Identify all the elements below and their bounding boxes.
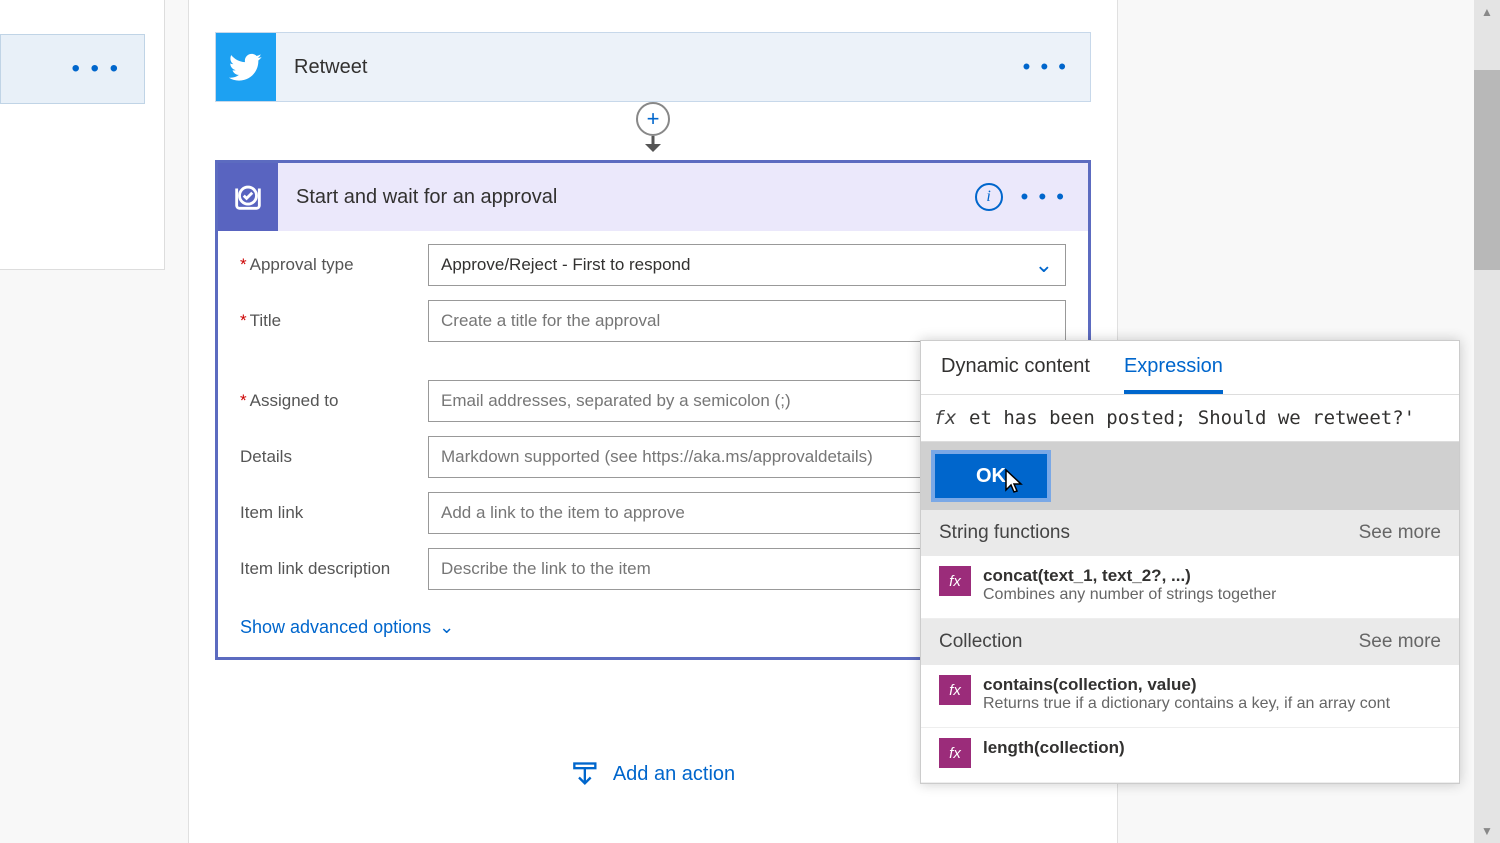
fx-pill-icon: fx <box>939 738 971 768</box>
scroll-down-icon[interactable]: ▼ <box>1474 819 1500 843</box>
see-more-collection[interactable]: See more <box>1359 631 1441 653</box>
expression-input-row[interactable]: fx et has been posted; Should we retweet… <box>921 394 1459 442</box>
retweet-card[interactable]: Retweet • • • <box>215 32 1091 102</box>
add-action-icon <box>571 760 599 788</box>
approval-type-select[interactable]: Approve/Reject - First to respond ⌄ <box>428 244 1066 286</box>
tab-dynamic-content[interactable]: Dynamic content <box>941 355 1090 394</box>
left-card-menu[interactable]: • • • <box>0 34 145 104</box>
approval-type-label: Approval type <box>240 255 428 275</box>
ok-button[interactable]: OK <box>931 450 1051 502</box>
title-label: Title <box>240 311 428 331</box>
fx-pill-icon: fx <box>939 675 971 705</box>
approval-menu-button[interactable]: • • • <box>1021 184 1066 210</box>
tab-expression[interactable]: Expression <box>1124 355 1223 394</box>
function-contains[interactable]: fx contains(collection, value) Returns t… <box>921 665 1459 728</box>
connector: + <box>633 102 673 160</box>
retweet-header: Retweet • • • <box>216 33 1090 101</box>
approval-title: Start and wait for an approval <box>296 186 975 209</box>
approval-type-value: Approve/Reject - First to respond <box>441 255 690 275</box>
add-action-button[interactable]: Add an action <box>571 760 735 788</box>
dots-icon: • • • <box>71 55 120 83</box>
scroll-up-icon[interactable]: ▲ <box>1474 0 1500 24</box>
assigned-label: Assigned to <box>240 391 428 411</box>
fx-pill-icon: fx <box>939 566 971 596</box>
expression-popup: Dynamic content Expression fx et has bee… <box>920 340 1460 784</box>
expression-input[interactable]: et has been posted; Should we retweet?' <box>969 407 1459 429</box>
fx-icon: fx <box>921 407 969 429</box>
chevron-down-icon: ⌄ <box>439 617 454 638</box>
add-step-button[interactable]: + <box>636 102 670 136</box>
retweet-menu-button[interactable]: • • • <box>1023 54 1068 80</box>
show-advanced-button[interactable]: Show advanced options ⌄ <box>240 617 454 638</box>
section-collection: Collection See more <box>921 619 1459 665</box>
function-length[interactable]: fx length(collection) <box>921 728 1459 783</box>
mouse-cursor-icon <box>1001 468 1025 496</box>
itemlink-label: Item link <box>240 503 428 523</box>
approval-header[interactable]: Start and wait for an approval i • • • <box>218 163 1088 231</box>
function-concat[interactable]: fx concat(text_1, text_2?, ...) Combines… <box>921 556 1459 619</box>
section-string-functions: String functions See more <box>921 510 1459 556</box>
see-more-string[interactable]: See more <box>1359 522 1441 544</box>
approval-icon <box>218 163 278 231</box>
title-input[interactable]: Create a title for the approval <box>428 300 1066 342</box>
scrollbar-thumb[interactable] <box>1474 70 1500 270</box>
chevron-down-icon: ⌄ <box>1035 252 1053 278</box>
arrow-down-icon <box>640 136 666 152</box>
twitter-icon <box>216 33 276 101</box>
vertical-scrollbar[interactable]: ▲ ▼ <box>1474 0 1500 843</box>
info-icon[interactable]: i <box>975 183 1003 211</box>
details-label: Details <box>240 447 428 467</box>
itemdesc-label: Item link description <box>240 559 428 579</box>
retweet-title: Retweet <box>294 56 1023 79</box>
